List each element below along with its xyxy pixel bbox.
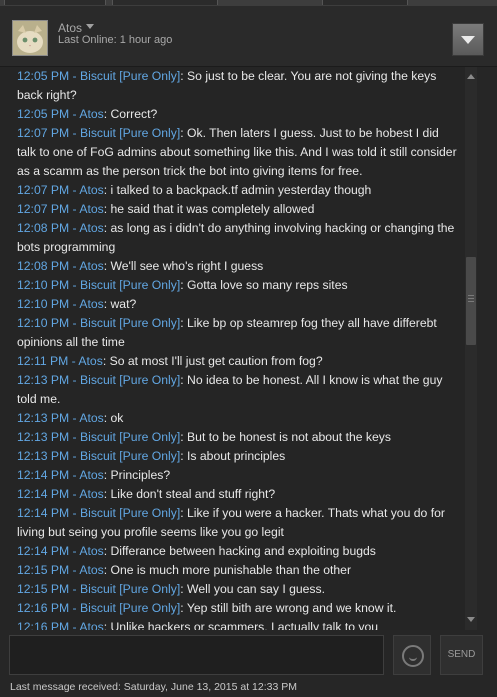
chevron-down-icon [461, 36, 475, 44]
message-timestamp-sender: 12:14 PM - Atos [17, 544, 104, 558]
message-timestamp-sender: 12:05 PM - Biscuit [Pure Only] [17, 69, 181, 83]
chat-message: 12:07 PM - Atos: he said that it was com… [17, 202, 315, 216]
message-text: Is about principles [187, 449, 286, 463]
message-timestamp-sender: 12:14 PM - Biscuit [Pure Only] [17, 506, 181, 520]
chat-message: 12:16 PM - Biscuit [Pure Only]: Yep stil… [17, 601, 397, 615]
grip-icon [468, 295, 474, 304]
chat-message: 12:14 PM - Atos: Principles? [17, 468, 171, 482]
message-timestamp-sender: 12:15 PM - Atos [17, 563, 104, 577]
message-timestamp-sender: 12:13 PM - Atos [17, 411, 104, 425]
message-timestamp-sender: 12:07 PM - Biscuit [Pure Only] [17, 126, 181, 140]
last-online-status: Last Online: 1 hour ago [58, 34, 173, 46]
chat-tab[interactable] [4, 0, 106, 5]
message-timestamp-sender: 12:16 PM - Biscuit [Pure Only] [17, 601, 181, 615]
chat-header: Atos Last Online: 1 hour ago [0, 6, 497, 67]
chat-message: 12:05 PM - Biscuit [Pure Only]: So just … [17, 69, 437, 102]
chat-message: 12:07 PM - Atos: i talked to a backpack.… [17, 183, 372, 197]
message-timestamp-sender: 12:14 PM - Atos [17, 468, 104, 482]
message-text: Correct? [110, 107, 158, 121]
message-timestamp-sender: 12:08 PM - Atos [17, 259, 104, 273]
message-composer: SEND [0, 630, 497, 678]
chat-message: 12:07 PM - Biscuit [Pure Only]: Ok. Then… [17, 126, 457, 178]
chat-message: 12:11 PM - Atos: So at most I'll just ge… [17, 354, 323, 368]
chat-message: 12:16 PM - Atos: Unlike hackers or scamm… [0, 618, 465, 630]
chat-message: 12:14 PM - Atos: Like don't steal and st… [17, 487, 276, 501]
message-text: wat? [110, 297, 137, 311]
smiley-icon [402, 645, 424, 667]
message-timestamp-sender: 12:16 PM - Atos [17, 620, 104, 630]
cat-avatar-icon [13, 21, 47, 55]
message-timestamp-sender: 12:07 PM - Atos [17, 202, 104, 216]
message-text: Principles? [110, 468, 171, 482]
message-timestamp-sender: 12:13 PM - Biscuit [Pure Only] [17, 430, 181, 444]
message-timestamp-sender: 12:15 PM - Biscuit [Pure Only] [17, 582, 181, 596]
chat-options-button[interactable] [452, 23, 484, 56]
message-timestamp-sender: 12:10 PM - Biscuit [Pure Only] [17, 278, 181, 292]
message-text: Yep still bith are wrong and we know it. [186, 601, 397, 615]
message-timestamp-sender: 12:10 PM - Biscuit [Pure Only] [17, 316, 181, 330]
chat-tab[interactable] [322, 0, 408, 5]
message-text: Gotta love so many reps sites [187, 278, 348, 292]
message-timestamp-sender: 12:08 PM - Atos [17, 221, 104, 235]
chat-message: 12:15 PM - Biscuit [Pure Only]: Well you… [17, 582, 325, 596]
message-text: Well you can say I guess. [187, 582, 325, 596]
chevron-down-icon[interactable] [86, 24, 94, 29]
message-timestamp-sender: 12:10 PM - Atos [17, 297, 104, 311]
chat-log: 12:05 PM - Biscuit [Pure Only]: So just … [0, 67, 465, 630]
chat-message: 12:15 PM - Atos: One is much more punish… [17, 563, 352, 577]
message-timestamp-sender: 12:13 PM - Biscuit [Pure Only] [17, 449, 181, 463]
message-text: i talked to a backpack.tf admin yesterda… [110, 183, 372, 197]
message-timestamp-sender: 12:07 PM - Atos [17, 183, 104, 197]
message-text: Differance between hacking and exploitin… [110, 544, 376, 558]
chat-tab[interactable] [112, 0, 218, 5]
message-text: One is much more punishable than the oth… [110, 563, 352, 577]
message-timestamp-sender: 12:05 PM - Atos [17, 107, 104, 121]
emoticon-button[interactable] [393, 635, 431, 675]
message-text: Like don't steal and stuff right? [110, 487, 276, 501]
chat-message: 12:08 PM - Atos: We'll see who's right I… [17, 259, 264, 273]
last-message-received: Last message received: Saturday, June 13… [10, 681, 297, 693]
scroll-up-icon[interactable] [467, 74, 475, 79]
chat-message: 12:14 PM - Biscuit [Pure Only]: Like if … [17, 506, 445, 539]
chat-message: 12:10 PM - Biscuit [Pure Only]: Like bp … [17, 316, 437, 349]
message-input[interactable] [9, 635, 384, 675]
chat-message: 12:10 PM - Biscuit [Pure Only]: Gotta lo… [17, 278, 348, 292]
message-text: Unlike hackers or scammers, I actually t… [110, 620, 379, 630]
chat-message: 12:13 PM - Atos: ok [17, 411, 124, 425]
message-text: So at most I'll just get caution from fo… [109, 354, 323, 368]
chat-message: 12:13 PM - Biscuit [Pure Only]: No idea … [17, 373, 443, 406]
message-text: But to be honest is not about the keys [187, 430, 391, 444]
message-text: We'll see who's right I guess [110, 259, 264, 273]
send-button[interactable]: SEND [440, 635, 483, 675]
message-text: ok [110, 411, 124, 425]
chat-message: 12:10 PM - Atos: wat? [17, 297, 137, 311]
message-timestamp-sender: 12:14 PM - Atos [17, 487, 104, 501]
friend-name[interactable]: Atos [58, 21, 82, 35]
chat-message: 12:08 PM - Atos: as long as i didn't do … [17, 221, 455, 254]
scroll-thumb[interactable] [466, 257, 476, 345]
chat-message: 12:13 PM - Biscuit [Pure Only]: But to b… [17, 430, 391, 444]
chat-message: 12:14 PM - Atos: Differance between hack… [17, 544, 376, 558]
status-bar: Last message received: Saturday, June 13… [0, 678, 497, 697]
smiley-mouth [409, 655, 417, 661]
avatar[interactable] [12, 20, 48, 56]
chat-scrollbar[interactable] [465, 67, 477, 630]
message-timestamp-sender: 12:13 PM - Biscuit [Pure Only] [17, 373, 181, 387]
message-timestamp-sender: 12:11 PM - Atos [17, 354, 103, 368]
message-text: he said that it was completely allowed [110, 202, 315, 216]
chat-message: 12:05 PM - Atos: Correct? [17, 107, 158, 121]
scroll-down-icon[interactable] [467, 617, 475, 622]
chat-message: 12:13 PM - Biscuit [Pure Only]: Is about… [17, 449, 286, 463]
